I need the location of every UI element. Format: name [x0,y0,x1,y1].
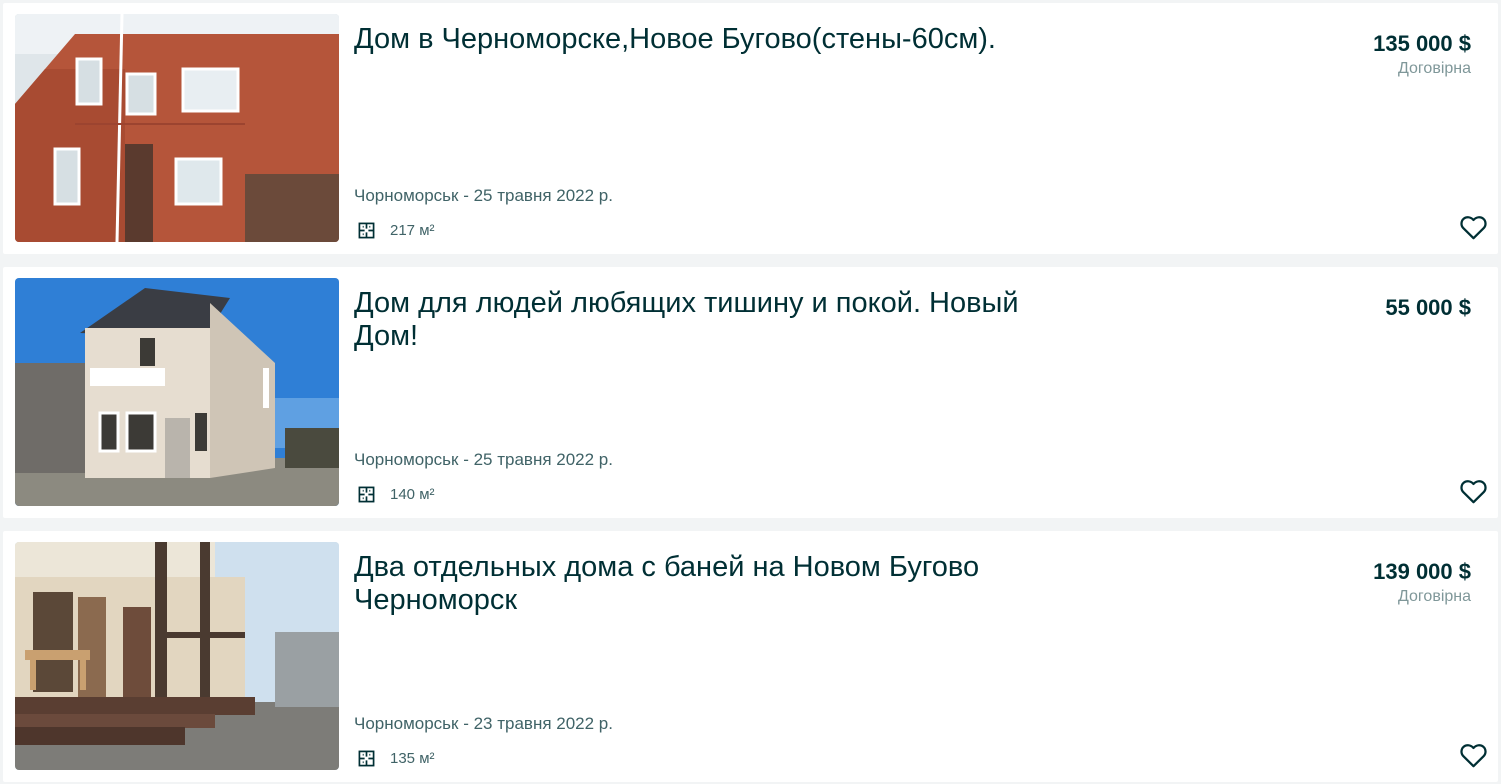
listing-photo[interactable] [15,14,339,242]
listing-price: 139 000 $ [1373,559,1471,584]
area-info: 140 м² [358,483,435,505]
area-value: 217 м² [390,221,435,239]
listing-feed: Дом в Черноморске,Новое Бугово(стены-60с… [0,0,1501,784]
favorite-button[interactable] [1458,740,1488,770]
floor-plan-icon [358,222,375,238]
negotiable-label: Договірна [1398,588,1471,605]
location-date: Чорноморськ - 25 травня 2022 р. [354,450,613,469]
wooden-house-photo [15,542,339,770]
price-block: 139 000 $ Договірна [1373,559,1471,608]
area-info: 217 м² [358,219,435,241]
listing-card[interactable]: Дом в Черноморске,Новое Бугово(стены-60с… [3,3,1498,254]
location-date: Чорноморськ - 25 травня 2022 р. [354,186,613,205]
listing-price: 135 000 $ [1373,31,1471,56]
listing-photo[interactable] [15,542,339,770]
heart-icon [1459,743,1487,767]
heart-icon [1459,479,1487,503]
listing-photo[interactable] [15,278,339,506]
negotiable-label: Договірна [1398,60,1471,77]
white-house-photo [15,278,339,506]
area-value: 140 м² [390,485,435,503]
brick-house-photo [15,14,339,242]
favorite-button[interactable] [1458,476,1488,506]
floor-plan-icon [358,486,375,502]
listing-title[interactable]: Дом в Черноморске,Новое Бугово(стены-60с… [354,23,1054,56]
area-value: 135 м² [390,749,435,767]
listing-price: 55 000 $ [1385,295,1471,320]
price-block: 55 000 $ [1385,295,1471,322]
listing-card[interactable]: Два отдельных дома с баней на Новом Буго… [3,531,1498,782]
price-block: 135 000 $ Договірна [1373,31,1471,80]
area-info: 135 м² [358,747,435,769]
listing-title[interactable]: Два отдельных дома с баней на Новом Буго… [354,551,1054,617]
heart-icon [1459,215,1487,239]
listing-card[interactable]: Дом для людей любящих тишину и покой. Но… [3,267,1498,518]
location-date: Чорноморськ - 23 травня 2022 р. [354,714,613,733]
floor-plan-icon [358,750,375,766]
listing-title[interactable]: Дом для людей любящих тишину и покой. Но… [354,287,1054,353]
favorite-button[interactable] [1458,212,1488,242]
